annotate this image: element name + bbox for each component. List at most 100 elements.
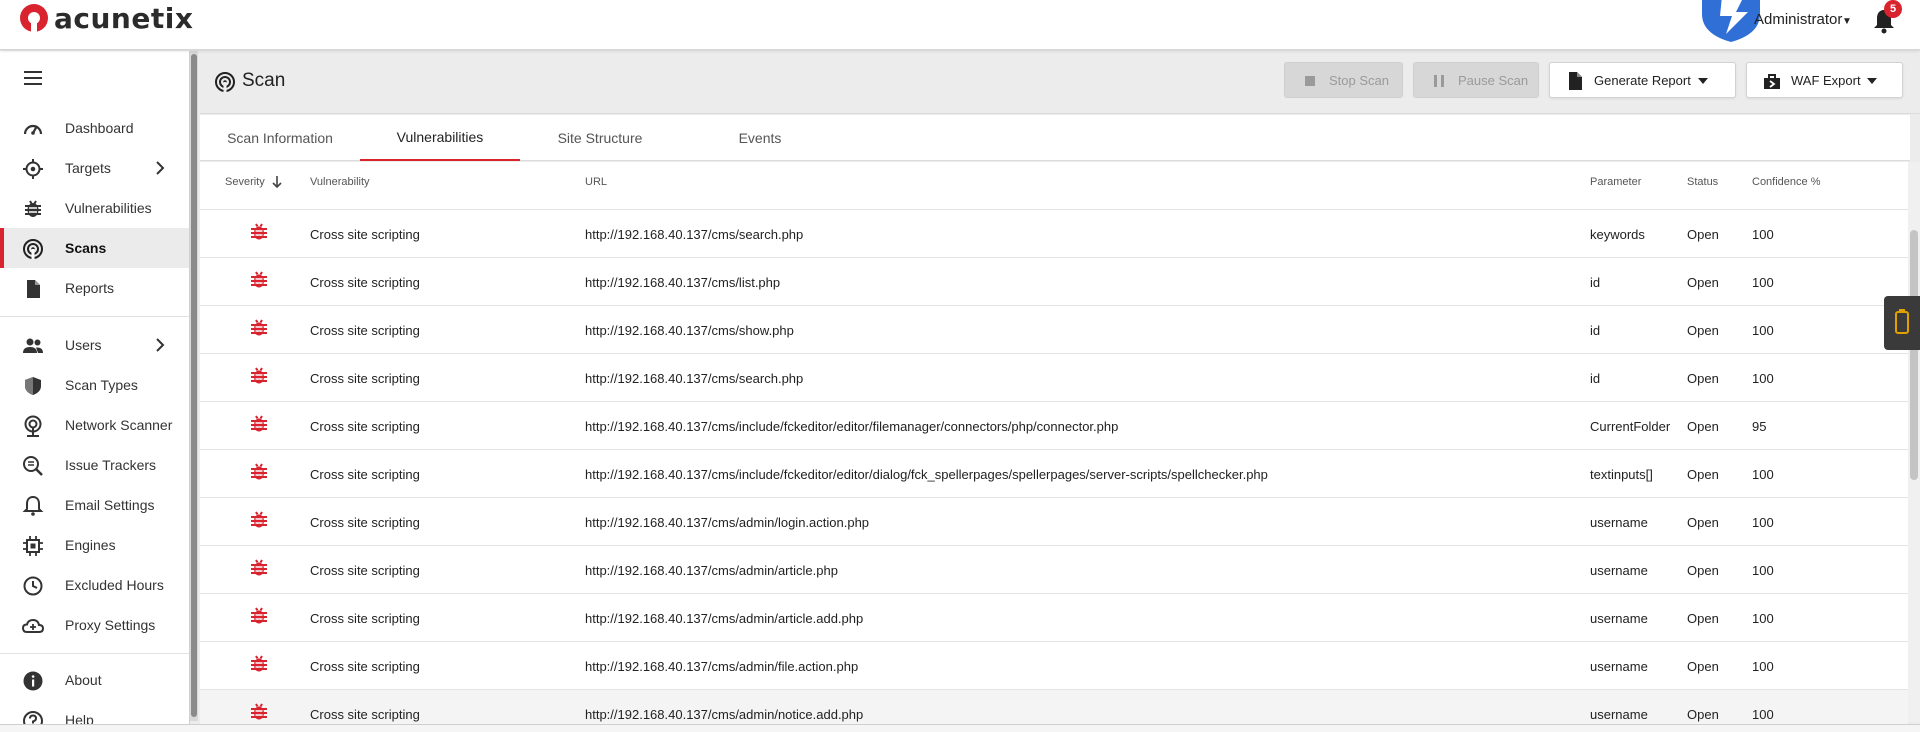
sidebar-item-issue-trackers[interactable]: Issue Trackers <box>0 445 189 485</box>
vulnerability-name: Cross site scripting <box>310 323 420 338</box>
vulnerability-confidence: 100 <box>1752 707 1774 722</box>
table-row[interactable]: Cross site scripting http://192.168.40.13… <box>200 498 1908 546</box>
shield-icon <box>25 377 41 395</box>
engine-icon <box>23 536 43 556</box>
sidebar-item-proxy-settings[interactable]: Proxy Settings <box>0 605 189 645</box>
sidebar-scrollbar-thumb[interactable] <box>191 54 197 717</box>
generate-report-button[interactable]: Generate Report <box>1549 62 1736 98</box>
vulnerability-url: http://192.168.40.137/cms/show.php <box>585 323 794 338</box>
user-name[interactable]: Administrator <box>1754 11 1842 28</box>
tab-vulnerabilities[interactable]: Vulnerabilities <box>360 115 520 161</box>
sidebar-item-vulnerabilities[interactable]: Vulnerabilities <box>0 188 189 228</box>
sidebar-item-dashboard[interactable]: Dashboard <box>0 108 189 148</box>
notification-count-badge[interactable]: 5 <box>1884 0 1902 18</box>
severity-high-icon <box>251 559 267 576</box>
scan-icon <box>23 239 43 259</box>
tab-label: Events <box>738 130 782 146</box>
sidebar-item-excluded-hours[interactable]: Excluded Hours <box>0 565 189 605</box>
page-title: Scan <box>242 70 286 91</box>
sidebar-item-email-settings[interactable]: Email Settings <box>0 485 189 525</box>
vulnerability-url: http://192.168.40.137/cms/include/fckedi… <box>585 419 1119 434</box>
sidebar-item-engines[interactable]: Engines <box>0 525 189 565</box>
severity-high-icon <box>251 271 267 288</box>
sidebar-item-users[interactable]: Users <box>0 325 189 365</box>
vulnerability-confidence: 100 <box>1752 563 1774 578</box>
sidebar-divider <box>0 653 189 654</box>
severity-high-icon <box>251 463 267 480</box>
sort-descending-icon[interactable] <box>271 174 283 190</box>
sidebar-item-label: Targets <box>65 160 111 176</box>
vulnerability-confidence: 100 <box>1752 467 1774 482</box>
bug-icon <box>25 200 41 217</box>
vulnerability-url: http://192.168.40.137/cms/admin/article.… <box>585 563 838 578</box>
sidebar-item-scan-types[interactable]: Scan Types <box>0 365 189 405</box>
sidebar-item-scans[interactable]: Scans <box>0 228 189 268</box>
table-row[interactable]: Cross site scripting http://192.168.40.13… <box>200 402 1908 450</box>
vulnerability-confidence: 100 <box>1752 371 1774 386</box>
stop-scan-button[interactable]: Stop Scan <box>1284 62 1403 98</box>
scan-tabs: Scan Information Vulnerabilities Site St… <box>200 115 1910 161</box>
logo-mark-icon <box>20 4 48 32</box>
hamburger-menu-icon[interactable] <box>24 71 44 87</box>
column-header-url[interactable]: URL <box>585 176 607 188</box>
users-icon <box>23 338 43 353</box>
table-scrollbar-thumb[interactable] <box>1910 230 1918 480</box>
pause-scan-button[interactable]: Pause Scan <box>1413 62 1539 98</box>
chevron-right-icon[interactable] <box>153 335 167 355</box>
table-header: Severity Vulnerability URL Parameter Sta… <box>200 162 1908 210</box>
table-row[interactable]: Cross site scripting http://192.168.40.13… <box>200 546 1908 594</box>
vulnerability-url: http://192.168.40.137/cms/admin/login.ac… <box>585 515 870 530</box>
network-scanner-icon <box>24 415 42 437</box>
vulnerability-name: Cross site scripting <box>310 515 420 530</box>
vulnerability-parameter: username <box>1590 611 1648 626</box>
column-header-status[interactable]: Status <box>1687 176 1718 188</box>
vulnerability-name: Cross site scripting <box>310 707 420 722</box>
sidebar-item-about[interactable]: About <box>0 660 189 700</box>
waf-export-button[interactable]: WAF Export <box>1746 62 1903 98</box>
vulnerability-parameter: id <box>1590 275 1601 290</box>
top-header: acunetix Administrator ▼ 5 <box>0 0 1920 50</box>
column-header-parameter[interactable]: Parameter <box>1590 176 1641 188</box>
tab-scan-information[interactable]: Scan Information <box>200 115 360 161</box>
table-row[interactable]: Cross site scripting http://192.168.40.13… <box>200 690 1908 724</box>
vulnerability-name: Cross site scripting <box>310 419 420 434</box>
caret-down-icon <box>1698 78 1708 84</box>
vulnerability-status: Open <box>1687 467 1719 482</box>
chevron-right-icon[interactable] <box>153 158 167 178</box>
table-row[interactable]: Cross site scripting http://192.168.40.13… <box>200 450 1908 498</box>
table-row[interactable]: Cross site scripting http://192.168.40.13… <box>200 210 1908 258</box>
vulnerability-name: Cross site scripting <box>310 659 420 674</box>
sidebar-item-targets[interactable]: Targets <box>0 148 189 188</box>
severity-high-icon <box>251 319 267 336</box>
vulnerability-name: Cross site scripting <box>310 371 420 386</box>
sidebar-divider <box>0 316 189 317</box>
table-row[interactable]: Cross site scripting http://192.168.40.13… <box>200 306 1908 354</box>
document-icon <box>1569 72 1582 90</box>
vulnerability-parameter: username <box>1590 659 1648 674</box>
table-row[interactable]: Cross site scripting http://192.168.40.13… <box>200 354 1908 402</box>
sidebar: Dashboard Targets Vulnerabilities Scans … <box>0 51 190 732</box>
vulnerability-name: Cross site scripting <box>310 275 420 290</box>
generate-report-label: Generate Report <box>1594 73 1691 88</box>
vulnerability-name: Cross site scripting <box>310 611 420 626</box>
table-row[interactable]: Cross site scripting http://192.168.40.13… <box>200 642 1908 690</box>
waf-export-label: WAF Export <box>1791 73 1861 88</box>
column-header-confidence[interactable]: Confidence % <box>1752 176 1821 188</box>
vulnerability-url: http://192.168.40.137/cms/admin/article.… <box>585 611 864 626</box>
dashboard-icon <box>23 124 43 135</box>
table-row[interactable]: Cross site scripting http://192.168.40.13… <box>200 258 1908 306</box>
tab-site-structure[interactable]: Site Structure <box>520 115 680 161</box>
sidebar-item-network-scanner[interactable]: Network Scanner <box>0 405 189 445</box>
severity-high-icon <box>251 367 267 384</box>
sidebar-item-reports[interactable]: Reports <box>0 268 189 308</box>
column-header-severity[interactable]: Severity <box>225 176 265 188</box>
info-icon <box>23 671 43 691</box>
user-menu-caret-icon[interactable]: ▼ <box>1842 16 1852 27</box>
column-header-vulnerability[interactable]: Vulnerability <box>310 176 370 188</box>
vulnerability-url: http://192.168.40.137/cms/admin/file.act… <box>585 659 859 674</box>
tab-events[interactable]: Events <box>680 115 840 161</box>
caret-down-icon <box>1867 78 1877 84</box>
table-row[interactable]: Cross site scripting http://192.168.40.13… <box>200 594 1908 642</box>
acunetix-logo[interactable]: acunetix <box>20 2 193 35</box>
sidebar-item-label: Email Settings <box>65 497 155 513</box>
